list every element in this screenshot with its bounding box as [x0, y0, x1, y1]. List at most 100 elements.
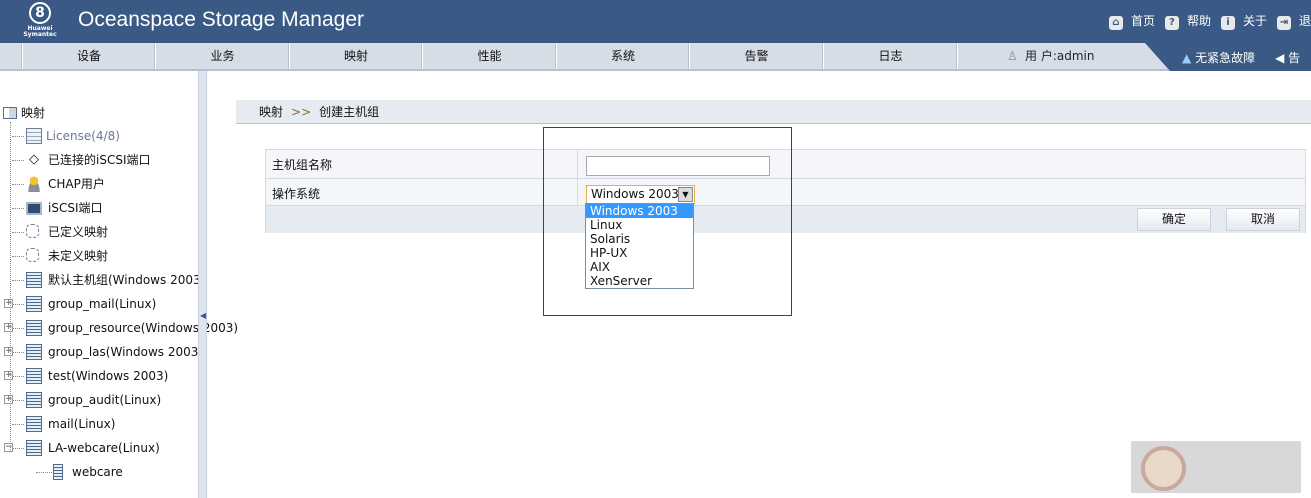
expand-icon[interactable]: + [4, 299, 13, 308]
os-option[interactable]: XenServer [586, 274, 693, 288]
host-group-icon [26, 296, 42, 312]
tree-connector [12, 160, 24, 161]
form-row-name: 主机组名称 [266, 150, 1305, 179]
header: 8 Huawei Symantec Oceanspace Storage Manag… [0, 0, 1311, 43]
button-row: 确定 取消 [266, 206, 1305, 233]
tree-connector [12, 352, 24, 353]
host-group-icon [26, 416, 42, 432]
tree-connector [12, 208, 24, 209]
host-icon [53, 464, 63, 480]
tree-item-label: 已定义映射 [48, 225, 109, 239]
tree-icon [3, 107, 17, 119]
nav-service[interactable]: 业务 [155, 43, 289, 69]
os-option[interactable]: Solaris [586, 232, 693, 246]
user-icon [26, 176, 42, 192]
os-option[interactable]: HP-UX [586, 246, 693, 260]
tree-connector [12, 304, 24, 305]
tree-connector [36, 472, 54, 473]
main-nav: 设备 业务 映射 性能 系统 告警 日志 ♙ 用 户:admin ▲ 无紧急故障 ◀… [0, 43, 1311, 71]
nav-device[interactable]: 设备 [22, 43, 155, 69]
expand-icon[interactable]: + [4, 347, 13, 356]
database-icon [26, 224, 39, 238]
tree-item-label: group_audit(Linux) [48, 393, 162, 407]
tree-item-label: 已连接的iSCSI端口 [48, 153, 151, 167]
exit-link[interactable]: ⇥ 退 [1276, 12, 1311, 30]
nav-performance[interactable]: 性能 [422, 43, 556, 69]
host-group-name-label: 主机组名称 [272, 158, 333, 172]
tree-item-label: LA-webcare(Linux) [48, 441, 160, 455]
breadcrumb-separator: >> [291, 105, 312, 119]
cancel-button[interactable]: 取消 [1226, 208, 1300, 231]
nav-log[interactable]: 日志 [823, 43, 957, 69]
breadcrumb-parent[interactable]: 映射 [259, 105, 283, 119]
host-group-icon [26, 344, 42, 360]
home-icon: ⌂ [1108, 16, 1123, 30]
tree-connector [12, 400, 24, 401]
user-icon: ♙ [1007, 49, 1018, 63]
home-link[interactable]: ⌂ 首页 [1108, 12, 1155, 30]
tree-connector [12, 424, 24, 425]
tree-connector [12, 328, 24, 329]
port-icon [26, 202, 42, 215]
host-group-icon [26, 392, 42, 408]
ok-button[interactable]: 确定 [1137, 208, 1211, 231]
tree-item-label: 未定义映射 [48, 249, 109, 263]
help-link[interactable]: ? 帮助 [1164, 12, 1211, 30]
speaker-icon: ◀ [1275, 51, 1285, 65]
tree-item-label: group_mail(Linux) [48, 297, 157, 311]
create-host-group-form: 主机组名称 操作系统 Windows 2003 ▼ 确定 取消 [265, 149, 1306, 233]
os-select[interactable]: Windows 2003 ▼ [586, 185, 695, 204]
breadcrumb-current: 创建主机组 [319, 105, 380, 119]
about-link[interactable]: i 关于 [1220, 12, 1267, 30]
nav-system[interactable]: 系统 [556, 43, 689, 69]
collapse-arrow-icon[interactable]: ◀ [200, 311, 206, 320]
form-row-os: 操作系统 Windows 2003 ▼ [266, 179, 1305, 206]
expand-icon[interactable]: + [4, 395, 13, 404]
host-group-icon [26, 368, 42, 384]
tree-line [10, 122, 11, 452]
host-group-icon [26, 272, 42, 288]
os-option[interactable]: AIX [586, 260, 693, 274]
nav-alarm[interactable]: 告警 [689, 43, 823, 69]
os-label: 操作系统 [272, 187, 321, 201]
tree-item-label: 默认主机组(Windows 2003) [48, 273, 206, 287]
tree-item-label: iSCSI端口 [48, 201, 103, 215]
tree-connector [12, 136, 24, 137]
tree-connector [12, 280, 24, 281]
expand-icon[interactable]: + [4, 371, 13, 380]
app-title: Oceanspace Storage Manager [78, 8, 365, 31]
host-group-name-input[interactable] [586, 156, 770, 176]
alarm-status[interactable]: ▲ 无紧急故障 ◀ 告 [1182, 49, 1300, 66]
database-icon [26, 248, 39, 262]
tree-item-label: group_resource(Windows 2003) [48, 321, 239, 335]
mascot-watermark [1131, 441, 1301, 493]
tree-connector [12, 232, 24, 233]
host-group-icon [26, 320, 42, 336]
tree-root-label: 映射 [21, 106, 46, 120]
tree-item-label: CHAP用户 [48, 177, 105, 191]
chevron-down-icon[interactable]: ▼ [678, 187, 693, 202]
huawei-symantec-logo: 8 Huawei Symantec [22, 2, 58, 38]
tree-connector [12, 448, 24, 449]
exit-icon: ⇥ [1276, 16, 1291, 30]
os-option[interactable]: Windows 2003 [586, 204, 693, 218]
tree-connector [12, 184, 24, 185]
nav-mapping[interactable]: 映射 [289, 43, 422, 69]
tree-connector [12, 376, 24, 377]
license-icon [26, 128, 42, 144]
tree-item-label: webcare [72, 465, 123, 479]
sidebar-tree: 映射 License(4/8) ◇ 已连接的iSCSI端口 CHAP用户 iSCSI端口已… [0, 71, 238, 498]
host-group-icon [26, 440, 42, 456]
help-icon: ? [1164, 16, 1179, 30]
tree-connector [12, 256, 24, 257]
tree-item-label: mail(Linux) [48, 417, 116, 431]
os-option[interactable]: Linux [586, 218, 693, 232]
tree-item-label: test(Windows 2003) [48, 369, 169, 383]
current-user: ♙ 用 户:admin [957, 43, 1147, 69]
expand-icon[interactable]: + [4, 323, 13, 332]
os-dropdown-list: Windows 2003 Linux Solaris HP-UX AIX Xen… [585, 203, 694, 289]
sidebar-collapse-bar[interactable]: ◀ [198, 71, 207, 498]
breadcrumb: 映射 >> 创建主机组 [236, 100, 1311, 124]
collapse-icon[interactable]: − [4, 443, 13, 452]
info-icon: i [1220, 16, 1235, 30]
